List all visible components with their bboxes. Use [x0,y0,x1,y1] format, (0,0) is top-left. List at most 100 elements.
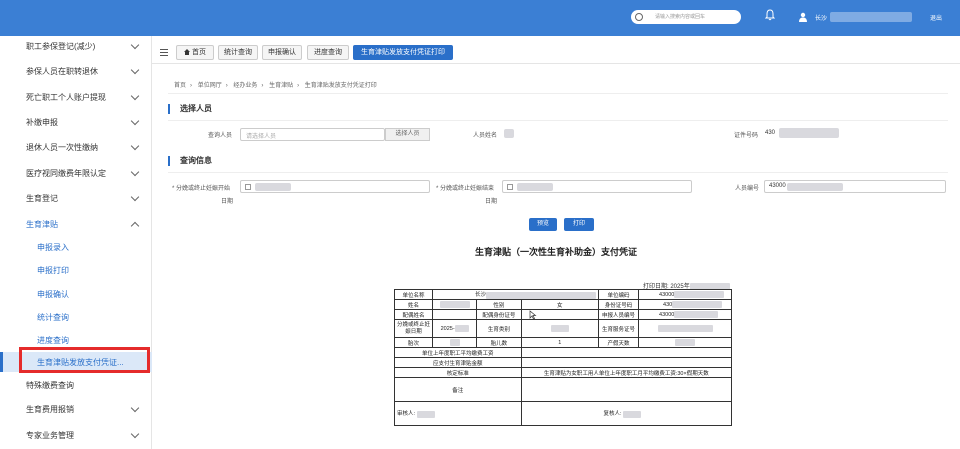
print-button[interactable]: 打印 [564,218,594,231]
person-number-redacted [787,183,843,191]
amount-cell [520,357,733,368]
sidebar-item-maternity-register[interactable]: 生育登记 [0,188,152,208]
applicant-no-value: 43000 [659,311,675,318]
home-icon [184,49,191,55]
spouse-name-cell [431,309,478,320]
id-number-label: 证件号码 [734,133,759,139]
parity-redacted [449,339,460,346]
tab-progress[interactable]: 进度查询 [307,45,349,60]
checker-label: 复核人: [603,411,624,418]
breadcrumb: 首页 › 单位网厅 › 经办业务 › 生育津贴 › 生育津贴发放支付凭证打印 [174,83,377,89]
reviewer-cell: 审核人: [394,401,522,426]
bell-icon[interactable] [765,9,775,21]
breadcrumb-item[interactable]: 首页 [174,83,186,89]
avg-wage-label: 单位上年度职工平均缴费工资 [394,347,522,358]
sidebar-item-label: 生育津贴 [26,220,58,229]
sidebar-item-back-payment[interactable]: 补缴申报 [0,112,152,132]
search-input[interactable]: 请输入搜索内容或回车 [631,10,741,24]
parity-label: 胎次 [394,337,433,348]
sidebar-item-maternity-reimburse[interactable]: 生育费用报销 [0,399,152,419]
tab-home[interactable]: 首页 [176,45,214,60]
tab-confirm[interactable]: 申报确认 [262,45,302,60]
gender-label: 性别 [476,299,522,310]
select-person-button[interactable]: 选择人员 [385,128,430,141]
menu-icon[interactable] [160,49,168,56]
divider [168,120,948,121]
name-redacted [439,301,470,308]
chevron-up-icon [130,221,140,231]
calendar-icon [245,184,251,190]
sidebar-item-retiree-lump-sum[interactable]: 退休人员一次性缴纳 [0,137,152,157]
standard-label: 核定标准 [394,367,522,378]
highlight-box [19,347,150,373]
top-bar: 请输入搜索内容或回车 长沙 退出 [0,0,960,36]
avg-wage-cell [520,347,733,358]
breadcrumb-item[interactable]: 生育津贴 [269,83,293,89]
name-cell [431,299,478,310]
preview-button[interactable]: 预览 [529,218,557,231]
breadcrumb-item[interactable]: 单位网厅 [198,83,222,89]
sidebar-subitem-print[interactable]: 申报打印 [0,260,152,280]
sidebar-item-label: 退休人员一次性缴纳 [26,143,98,152]
sidebar-item-expert-management[interactable]: 专家业务管理 [0,425,152,445]
search-icon[interactable] [635,13,643,21]
id-redacted [672,301,723,308]
divider [168,93,948,94]
sidebar-item-label: 参保人员在职转退休 [26,67,98,76]
user-name[interactable]: 长沙 [815,13,827,22]
sidebar-subitem-stats[interactable]: 统计查询 [0,307,152,327]
sidebar-item-label: 生育登记 [26,194,58,203]
id-cell: 430 [638,299,732,310]
sidebar-item-medical-years[interactable]: 医疗视同缴费年限认定 [0,163,152,183]
start-date-input[interactable] [240,180,430,193]
sidebar-item-employee-reduce[interactable]: 职工参保登记(减少) [0,36,152,56]
id-number-value: 430 [765,130,776,136]
sidebar-item-special-payment[interactable]: 特殊缴费查询 [0,375,152,395]
service-no-redacted [657,325,713,332]
sidebar-item-maternity-allowance[interactable]: 生育津贴 [0,214,152,234]
unit-code-cell: 43000 [638,289,732,300]
voucher-table: 单位名称 长沙 单位编码 43000 姓名 性别 女 身份证号码 430 配偶姓… [394,289,733,426]
sidebar-item-death-withdraw[interactable]: 死亡职工个人账户提现 [0,87,152,107]
tab-stats[interactable]: 统计查询 [218,45,258,60]
breadcrumb-item[interactable]: 经办业务 [233,83,257,89]
parity-cell [431,337,478,348]
unit-code-redacted [674,291,725,298]
sidebar-item-label: 补缴申报 [26,118,58,127]
tab-voucher-print[interactable]: 生育津贴发放支付凭证打印 [353,45,453,60]
person-number-input[interactable]: 43000 [764,180,946,193]
remark-label: 备注 [394,377,522,402]
sidebar-item-retire-transfer[interactable]: 参保人员在职转退休 [0,61,152,81]
person-name-label: 人员姓名 [473,133,498,139]
calendar-icon [507,184,513,190]
service-no-label: 生育服务证号 [598,319,640,338]
unit-name-cell: 长沙 [431,289,600,300]
search-placeholder: 请输入搜索内容或回车 [655,14,706,20]
chevron-down-icon [130,65,140,75]
section-title-select-person: 选择人员 [168,104,212,114]
leave-days-redacted [675,339,695,346]
birth-date-value: 2025- [440,325,455,332]
logout-link[interactable]: 退出 [930,13,942,22]
start-date-label-line2: 日期 [221,199,234,205]
sidebar-subitem-label: 进度查询 [37,336,69,345]
reviewer-redacted [416,410,435,418]
sidebar-subitem-confirm[interactable]: 申报确认 [0,284,152,304]
chevron-down-icon [130,91,140,101]
user-icon[interactable] [798,12,808,22]
sidebar-item-label: 职工参保登记(减少) [26,42,96,51]
end-date-label-line2: 日期 [485,199,498,205]
query-person-input[interactable]: 请选择人员 [240,128,385,141]
leave-days-label: 产假天数 [598,337,640,348]
babies-value: 1 [520,337,600,348]
standard-value: 生育津贴为女职工用人单位上年度职工月平均缴费工资:30×假期天数 [520,367,733,378]
end-date-input[interactable] [502,180,692,193]
unit-name-value: 长沙 [475,292,487,299]
chevron-down-icon [130,403,140,413]
tab-label: 进度查询 [314,49,342,56]
birth-date-label: 分娩或终止妊娠日期 [394,319,433,338]
query-person-label: 查询人员 [208,133,233,139]
spouse-name-label: 配偶姓名 [394,309,433,320]
start-date-redacted [255,183,291,191]
service-no-cell [638,319,732,338]
